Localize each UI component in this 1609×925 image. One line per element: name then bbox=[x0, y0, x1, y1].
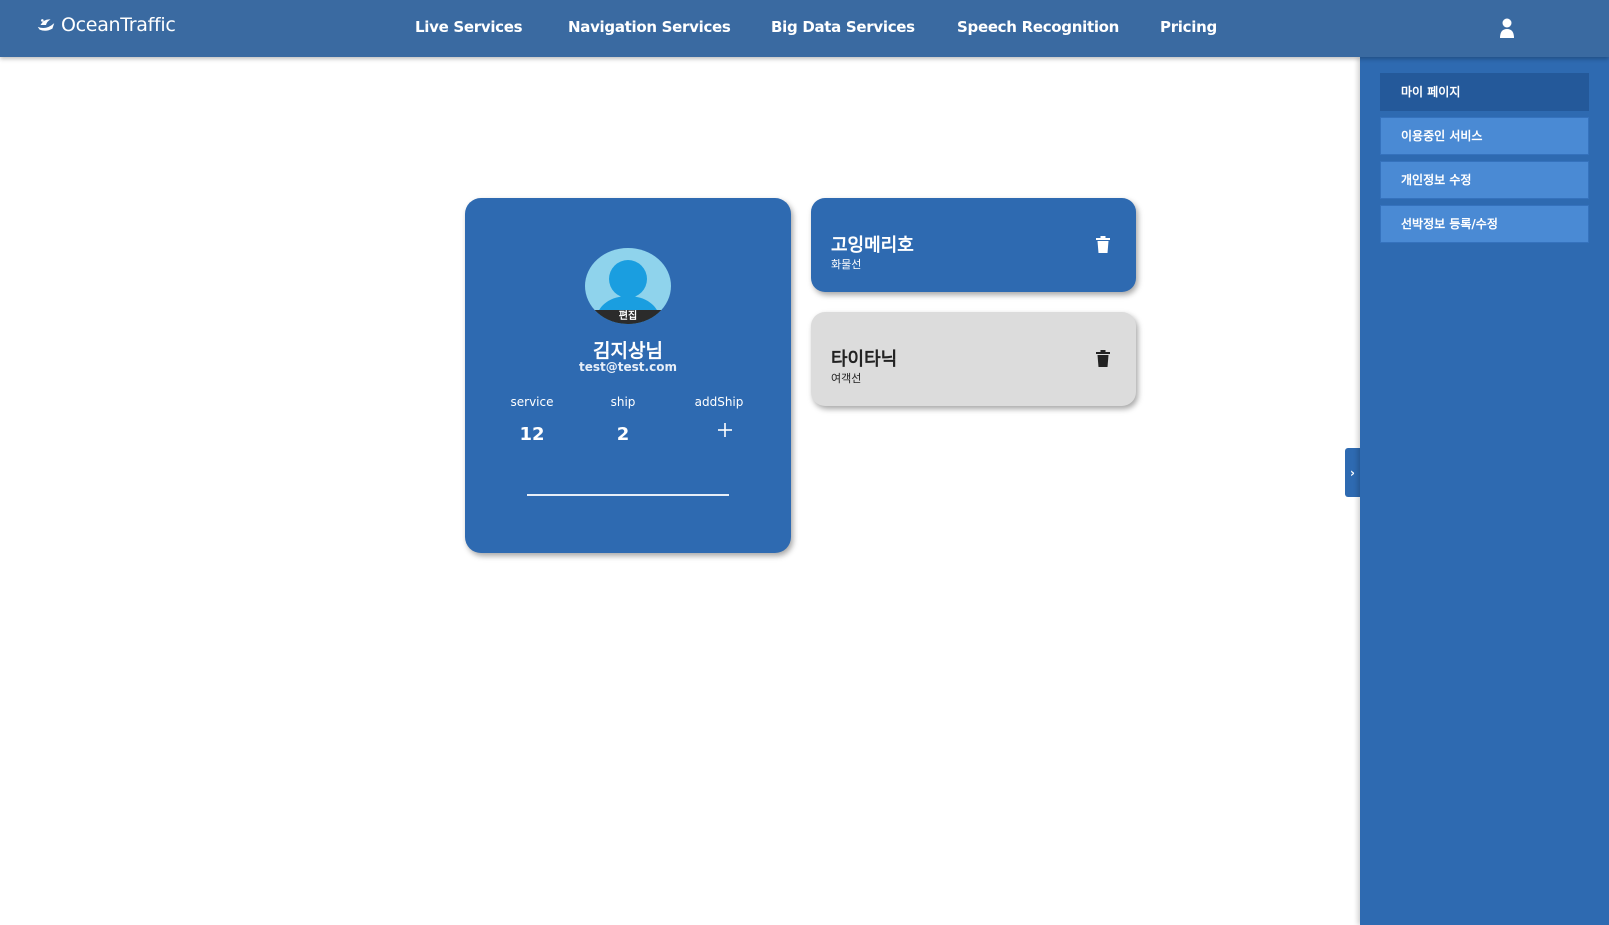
nav-pricing[interactable]: Pricing bbox=[1160, 18, 1217, 36]
brand-logo[interactable]: OceanTraffic bbox=[35, 14, 176, 36]
profile-email: test@test.com bbox=[579, 360, 677, 374]
sidebar-item-edit-personal-info[interactable]: 개인정보 수정 bbox=[1380, 161, 1589, 199]
sidebar-item-my-page[interactable]: 마이 페이지 bbox=[1380, 73, 1589, 111]
avatar-head-icon bbox=[609, 260, 647, 298]
top-navbar: OceanTraffic Live Services Navigation Se… bbox=[0, 0, 1609, 57]
avatar: 편집 bbox=[585, 248, 671, 324]
ship-type: 여객선 bbox=[831, 372, 862, 385]
stat-service-label: service bbox=[510, 395, 554, 409]
ship-card[interactable]: 타이타닉 여객선 bbox=[811, 312, 1136, 406]
user-icon[interactable] bbox=[1497, 17, 1517, 39]
ship-logo-icon bbox=[37, 19, 55, 31]
add-ship-plus-icon[interactable] bbox=[715, 420, 735, 440]
brand-name: OceanTraffic bbox=[61, 14, 176, 36]
avatar-edit-button[interactable]: 편집 bbox=[585, 310, 671, 324]
ship-type: 화물선 bbox=[831, 258, 862, 271]
ship-name: 타이타닉 bbox=[831, 349, 898, 370]
trash-icon[interactable] bbox=[1096, 350, 1110, 367]
sidebar-toggle-button[interactable]: › bbox=[1345, 448, 1360, 497]
stat-ship-value: 2 bbox=[616, 424, 630, 445]
nav-navigation-services[interactable]: Navigation Services bbox=[568, 18, 731, 36]
stat-ship-label: ship bbox=[610, 395, 636, 409]
stat-addship-label: addShip bbox=[694, 395, 744, 409]
sidebar-item-services-in-use[interactable]: 이용중인 서비스 bbox=[1380, 117, 1589, 155]
nav-big-data-services[interactable]: Big Data Services bbox=[771, 18, 915, 36]
divider bbox=[527, 494, 729, 496]
nav-live-services[interactable]: Live Services bbox=[415, 18, 523, 36]
sidebar-item-ship-info[interactable]: 선박정보 등록/수정 bbox=[1380, 205, 1589, 243]
profile-card: 편집 김지상님 test@test.com service ship addSh… bbox=[465, 198, 791, 553]
trash-icon[interactable] bbox=[1096, 236, 1110, 253]
chevron-right-icon: › bbox=[1350, 465, 1355, 480]
sidebar: 마이 페이지 이용중인 서비스 개인정보 수정 선박정보 등록/수정 bbox=[1360, 57, 1609, 925]
ship-name: 고잉메리호 bbox=[831, 235, 914, 256]
nav-speech-recognition[interactable]: Speech Recognition bbox=[957, 18, 1119, 36]
stat-service-value: 12 bbox=[519, 424, 545, 445]
profile-name: 김지상님 bbox=[593, 340, 663, 362]
ship-card[interactable]: 고잉메리호 화물선 bbox=[811, 198, 1136, 292]
